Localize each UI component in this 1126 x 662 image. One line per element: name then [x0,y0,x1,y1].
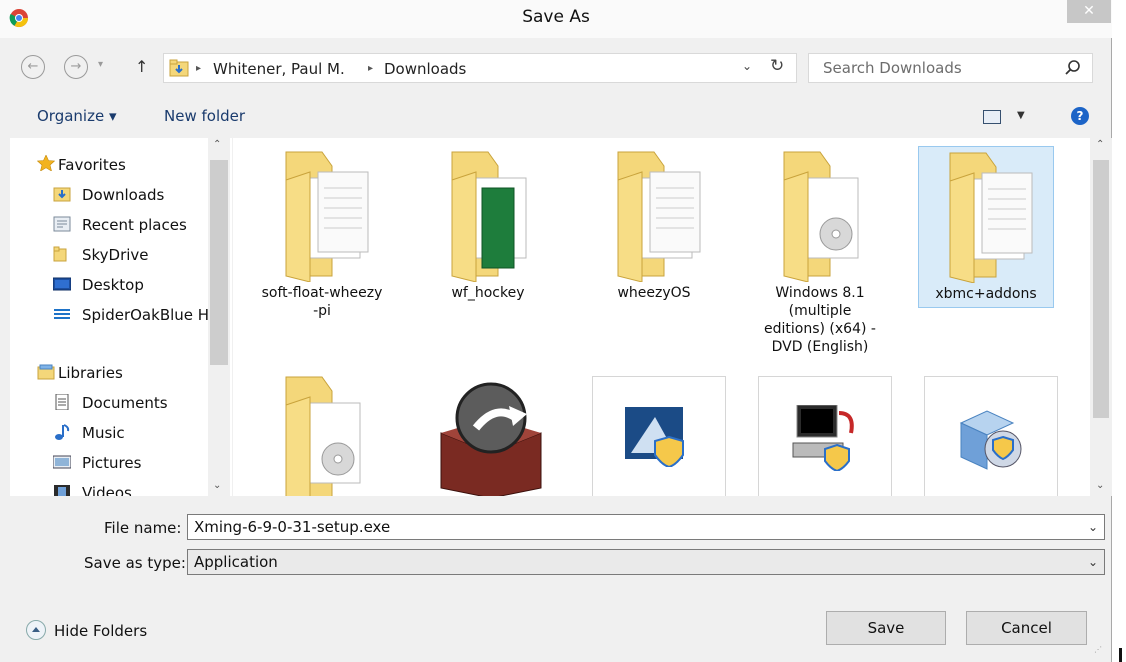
resize-grip[interactable]: ⋰ [1094,645,1102,654]
forward-arrow-icon: → [70,59,82,74]
file-item[interactable] [421,373,555,496]
breadcrumb-user[interactable]: Whitener, Paul M. [213,60,345,78]
folder-icon [617,151,701,282]
nav-favorites[interactable]: Favorites [58,156,126,174]
nav-downloads[interactable]: Downloads [82,186,164,204]
cancel-button[interactable]: Cancel [966,611,1087,645]
nav-recent-places[interactable]: Recent places [82,216,187,234]
save-as-dialog: Save As ✕ ← → ▾ ↑ ▸ Whitener, Paul M. ▸ … [0,0,1112,662]
breadcrumb-separator: ▸ [368,63,374,74]
chevron-down-icon: ⌄ [742,59,753,73]
help-icon[interactable]: ? [1071,107,1089,125]
text-cursor-fragment [1119,648,1122,662]
file-item[interactable]: wheezyOS [587,148,721,308]
folder-icon [285,376,361,496]
back-arrow-icon: ← [27,59,39,74]
nav-scroll-down-arrow[interactable]: ⌄ [213,480,221,491]
star-icon [37,155,55,171]
file-item[interactable] [255,373,389,496]
file-name: Windows 8.1 (multiple editions) (x64) - … [764,285,876,355]
up-arrow-icon: ↑ [135,57,149,76]
file-item[interactable] [592,376,726,496]
file-name: wf_hockey [451,285,525,301]
recent-locations-dropdown[interactable]: ▾ [98,59,103,70]
breadcrumb-downloads[interactable]: Downloads [384,60,466,78]
breadcrumb-separator: ▸ [196,63,202,74]
nav-libraries[interactable]: Libraries [58,364,123,382]
file-item[interactable] [758,376,892,496]
save-as-type-select[interactable]: Application ⌄ [187,549,1105,575]
folder-icon [285,151,369,282]
file-name: xbmc+addons [935,286,1037,302]
file-item[interactable]: Windows 8.1 (multiple editions) (x64) - … [753,148,887,355]
nav-skydrive[interactable]: SkyDrive [82,246,149,264]
file-list: soft-float-wheezy -pi wf_hockey wheezyOS [233,138,1099,496]
installer-icon [959,410,1022,470]
view-options-dropdown[interactable]: ▼ [1017,110,1025,121]
file-item-selected[interactable]: xbmc+addons [918,146,1054,308]
app-shield-icon [625,407,684,467]
search-input[interactable]: Search Downloads [808,53,1093,83]
nav-music[interactable]: Music [82,424,125,442]
file-list-scrollbar-thumb[interactable] [1093,160,1109,418]
hide-folders-button[interactable]: Hide Folders [54,622,147,640]
chevron-down-icon: ⌄ [1087,520,1098,534]
nav-scroll-up-arrow[interactable]: ⌃ [213,139,221,150]
nav-scrollbar-thumb[interactable] [210,160,228,365]
folder-downloads-icon [169,59,189,77]
file-name-value: Xming-6-9-0-31-setup.exe [194,518,391,536]
desktop-icon [53,277,71,291]
save-as-type-value: Application [194,553,278,571]
refresh-button[interactable]: ↻ [770,56,784,76]
spideroak-icon [54,309,70,319]
address-bar[interactable]: ▸ Whitener, Paul M. ▸ Downloads [163,53,797,83]
nav-spideroak[interactable]: SpiderOakBlue H [82,306,209,324]
file-item[interactable] [924,376,1058,496]
file-item[interactable]: soft-float-wheezy -pi [255,148,389,319]
organize-menu[interactable]: Organize ▾ [37,107,117,125]
recent-places-icon [53,216,71,232]
search-icon [1065,60,1080,75]
computer-install-icon [792,405,854,471]
search-placeholder: Search Downloads [823,59,962,77]
nav-pictures[interactable]: Pictures [82,454,141,472]
folder-icon [451,151,527,282]
save-button[interactable]: Save [826,611,946,645]
pictures-icon [53,455,71,469]
skydrive-folder-icon [53,246,67,262]
file-item[interactable]: wf_hockey [421,148,555,308]
libraries-icon [37,364,55,380]
videos-icon [54,485,70,496]
music-icon [55,424,70,440]
save-as-type-label: Save as type: [84,554,186,572]
chevron-down-icon: ⌄ [1087,555,1098,569]
up-button[interactable]: ↑ [135,57,148,76]
view-options-icon[interactable] [983,110,1001,124]
package-icon [440,382,542,496]
address-dropdown[interactable]: ⌄ [742,59,752,73]
file-name: wheezyOS [617,285,691,301]
folder-icon [949,152,1033,283]
nav-documents[interactable]: Documents [82,394,168,412]
forward-button[interactable]: → [64,55,88,79]
window-title: Save As [522,7,590,27]
navigation-pane: Favorites Downloads Recent places SkyDri… [10,138,232,496]
new-folder-button[interactable]: New folder [164,107,245,125]
file-name-label: File name: [104,519,182,537]
back-button[interactable]: ← [21,55,45,79]
close-button[interactable]: ✕ [1067,0,1111,23]
nav-desktop[interactable]: Desktop [82,276,144,294]
folder-icon [783,151,859,282]
refresh-icon: ↻ [770,56,785,76]
hide-folders-icon[interactable] [26,620,46,640]
downloads-folder-icon [53,187,71,202]
scroll-up-arrow[interactable]: ⌃ [1096,139,1104,150]
nav-videos[interactable]: Videos [82,484,132,496]
scroll-down-arrow[interactable]: ⌄ [1096,480,1104,491]
file-name: soft-float-wheezy -pi [261,285,383,319]
documents-icon [55,394,69,410]
file-name-field[interactable]: Xming-6-9-0-31-setup.exe ⌄ [187,514,1105,540]
